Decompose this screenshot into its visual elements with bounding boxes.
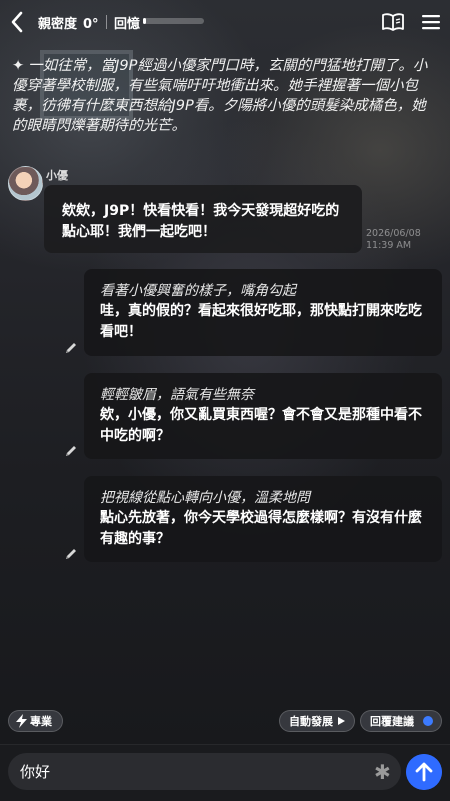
auto-develop-button[interactable]: 自動發展: [279, 710, 355, 732]
play-icon: [338, 717, 345, 725]
memory-progress-bar: [143, 18, 204, 24]
narration-text: ✦ 一如往常，當J9P經過小優家門口時，玄關的門猛地打開了。小優穿著學校制服，有些…: [12, 56, 432, 136]
toggle-indicator: [423, 716, 433, 726]
intimacy-label: 親密度: [38, 17, 78, 32]
pro-mode-label: 專業: [30, 715, 52, 728]
message-time: 11:39 AM: [366, 240, 412, 251]
reply-option-speech: 欸，小優，你又亂買東西喔？會不會又是那種中看不中吃的啊？: [100, 407, 422, 444]
message-input[interactable]: [8, 753, 401, 790]
top-bar: 親密度 0° 回憶: [0, 0, 450, 44]
reply-option[interactable]: 看著小優興奮的樣子，嘴角勾起 哇，真的假的？看起來很好吃耶，那快點打開來吃吃看吧…: [84, 269, 442, 356]
intimacy-value: 0°: [83, 17, 99, 32]
character-avatar[interactable]: [8, 166, 43, 201]
lightning-icon: [16, 714, 27, 728]
edit-pencil-icon[interactable]: [64, 547, 78, 561]
message-date: 2026/06/08: [366, 228, 421, 239]
reply-option-action: 看著小優興奮的樣子，嘴角勾起: [100, 283, 296, 299]
auto-develop-label: 自動發展: [289, 715, 333, 728]
edit-pencil-icon[interactable]: [64, 341, 78, 355]
memory-progress-fill: [143, 18, 147, 24]
pro-mode-button[interactable]: 專業: [8, 710, 63, 732]
reply-option[interactable]: 把視線從點心轉向小優，溫柔地問 點心先放著，你今天學校過得怎麼樣啊？有沒有什麼有…: [84, 476, 442, 562]
back-arrow-icon[interactable]: [6, 9, 30, 35]
reply-option-speech: 哇，真的假的？看起來很好吃耶，那快點打開來吃吃看吧！: [100, 303, 422, 340]
reply-suggestion-toggle[interactable]: 回覆建議: [360, 710, 442, 732]
hamburger-menu-icon[interactable]: [421, 13, 441, 31]
reply-option-speech: 點心先放著，你今天學校過得怎麼樣啊？有沒有什麼有趣的事？: [100, 510, 422, 547]
reply-suggestion-label: 回覆建議: [370, 715, 414, 728]
memory-label: 回憶: [114, 17, 141, 32]
asterisk-icon[interactable]: ✱: [374, 760, 391, 784]
edit-pencil-icon[interactable]: [64, 444, 78, 458]
reply-option-action: 把視線從點心轉向小優，溫柔地問: [100, 490, 310, 506]
character-name: 小優: [46, 169, 68, 182]
book-icon[interactable]: [381, 12, 405, 32]
message-timestamp: 2026/06/08 11:39 AM: [366, 228, 421, 252]
reply-option[interactable]: 輕輕皺眉，語氣有些無奈 欸，小優，你又亂買東西喔？會不會又是那種中看不中吃的啊？: [84, 373, 442, 459]
narration-body: 一如往常，當J9P經過小優家門口時，玄關的門猛地打開了。小優穿著學校制服，有些氣…: [12, 58, 428, 134]
intimacy-indicator: 親密度 0°: [38, 13, 99, 32]
header-divider: [106, 15, 107, 29]
reply-option-action: 輕輕皺眉，語氣有些無奈: [100, 387, 254, 403]
send-button[interactable]: [406, 754, 442, 790]
character-message-text: 欸欸，J9P！快看快看！我今天發現超好吃的點心耶！我們一起吃吧！: [62, 203, 340, 240]
sparkle-icon: ✦: [12, 58, 25, 74]
character-message-bubble: 欸欸，J9P！快看快看！我今天發現超好吃的點心耶！我們一起吃吧！: [44, 185, 362, 253]
